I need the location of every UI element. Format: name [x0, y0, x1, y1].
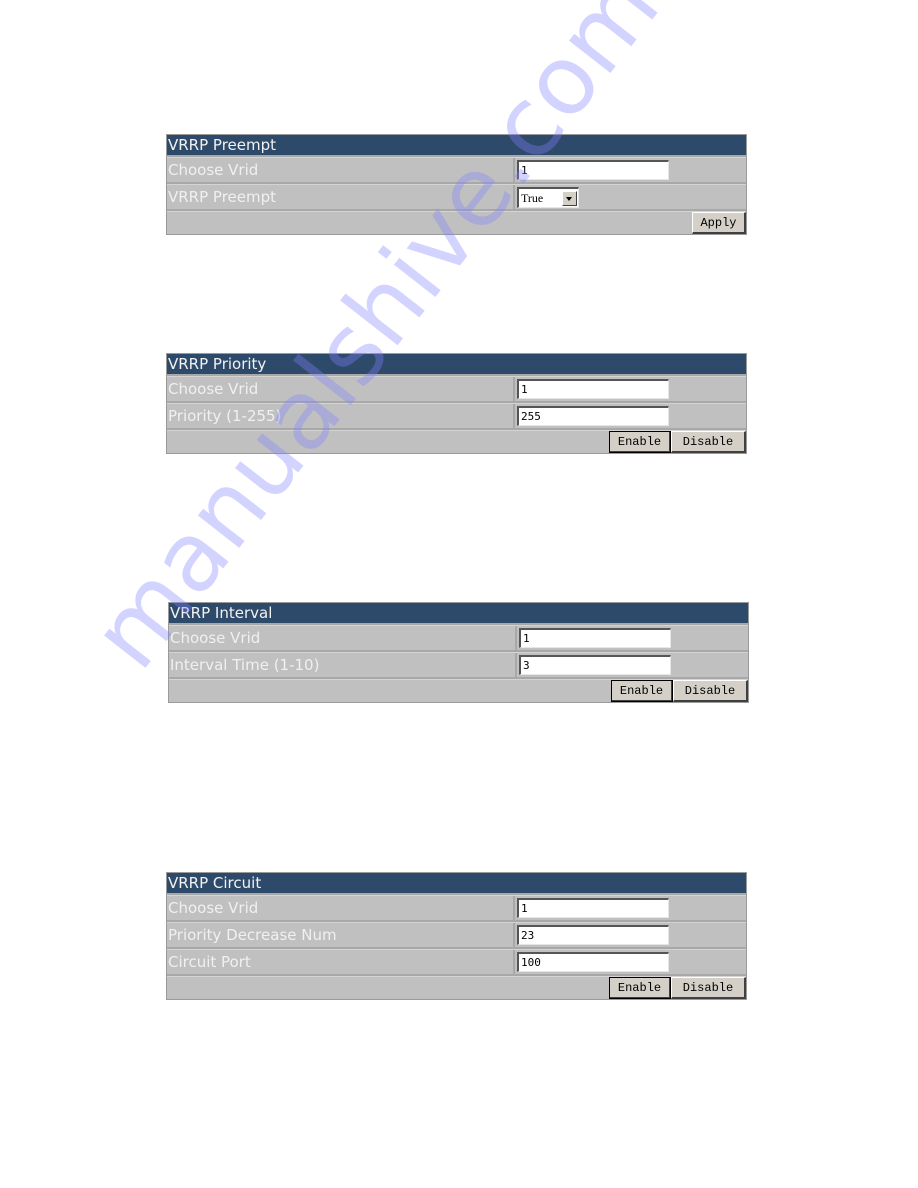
- field-label: Choose Vrid: [167, 896, 515, 920]
- panel-footer: Enable Disable: [167, 976, 746, 999]
- form-row-choose-vrid: Choose Vrid: [167, 895, 746, 922]
- interval-time-input[interactable]: [519, 655, 671, 675]
- field-label: Choose Vrid: [167, 377, 515, 401]
- form-row-priority: Priority (1-255): [167, 403, 746, 430]
- selected-value: True: [521, 190, 544, 205]
- panel-title: VRRP Circuit: [167, 873, 746, 895]
- field-label: VRRP Preempt: [167, 185, 515, 209]
- field-label: Choose Vrid: [169, 626, 517, 650]
- form-row-circuit-port: Circuit Port: [167, 949, 746, 976]
- dropdown-arrow-icon[interactable]: [562, 190, 577, 206]
- form-row-choose-vrid: Choose Vrid: [167, 376, 746, 403]
- panel-footer: Enable Disable: [169, 679, 748, 702]
- disable-button[interactable]: Disable: [671, 977, 746, 999]
- vrrp-interval-panel: VRRP Interval Choose Vrid Interval Time …: [168, 602, 749, 703]
- watermark-text: manualshive.com: [70, 0, 681, 689]
- enable-button[interactable]: Enable: [609, 977, 671, 999]
- choose-vrid-input[interactable]: [517, 160, 669, 180]
- choose-vrid-input[interactable]: [519, 628, 671, 648]
- circuit-port-input[interactable]: [517, 952, 669, 972]
- disable-button[interactable]: Disable: [673, 680, 748, 702]
- enable-button[interactable]: Enable: [611, 680, 673, 702]
- panel-footer: Enable Disable: [167, 430, 746, 453]
- enable-button[interactable]: Enable: [609, 431, 671, 453]
- panel-title: VRRP Priority: [167, 354, 746, 376]
- panel-footer: Apply: [167, 211, 746, 234]
- panel-title: VRRP Preempt: [167, 135, 746, 157]
- choose-vrid-input[interactable]: [517, 898, 669, 918]
- panel-title: VRRP Interval: [169, 603, 748, 625]
- priority-input[interactable]: [517, 406, 669, 426]
- form-row-vrrp-preempt: VRRP Preempt True: [167, 184, 746, 211]
- vrrp-preempt-panel: VRRP Preempt Choose Vrid VRRP Preempt Tr…: [166, 134, 747, 235]
- form-row-choose-vrid: Choose Vrid: [169, 625, 748, 652]
- field-label: Priority Decrease Num: [167, 923, 515, 947]
- form-row-choose-vrid: Choose Vrid: [167, 157, 746, 184]
- priority-decrease-num-input[interactable]: [517, 925, 669, 945]
- form-row-priority-decrease-num: Priority Decrease Num: [167, 922, 746, 949]
- field-label: Priority (1-255): [167, 404, 515, 428]
- choose-vrid-input[interactable]: [517, 379, 669, 399]
- field-label: Circuit Port: [167, 950, 515, 974]
- field-label: Choose Vrid: [167, 158, 515, 182]
- vrrp-preempt-select[interactable]: True: [517, 187, 579, 208]
- disable-button[interactable]: Disable: [671, 431, 746, 453]
- vrrp-priority-panel: VRRP Priority Choose Vrid Priority (1-25…: [166, 353, 747, 454]
- field-label: Interval Time (1-10): [169, 653, 517, 677]
- apply-button[interactable]: Apply: [692, 212, 746, 234]
- vrrp-circuit-panel: VRRP Circuit Choose Vrid Priority Decrea…: [166, 872, 747, 1000]
- form-row-interval-time: Interval Time (1-10): [169, 652, 748, 679]
